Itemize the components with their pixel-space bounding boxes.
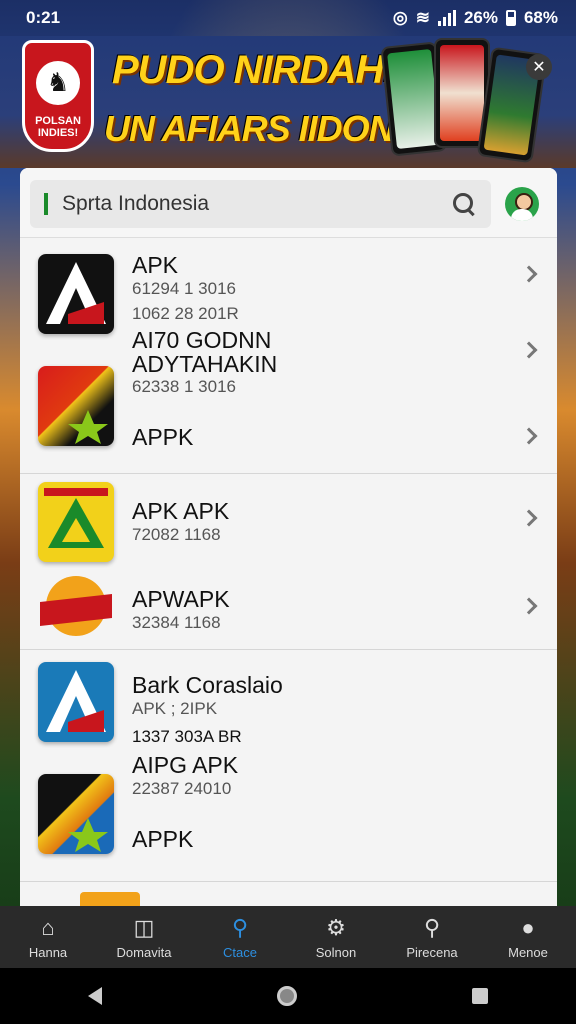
nav-item-map[interactable]: ◫ Domavita [99, 915, 189, 960]
search-icon[interactable] [451, 191, 477, 217]
app-meta: 62338 1 3016 [132, 377, 236, 396]
nav-item-search-alt[interactable]: ⚲ Pirecena [387, 915, 477, 960]
chevron-right-icon[interactable] [520, 341, 538, 359]
app-meta: 22387 24010 [132, 779, 232, 798]
search-alt-icon: ⚲ [423, 914, 441, 940]
chevron-right-icon[interactable] [520, 427, 538, 445]
settings-icon: ⚙ [326, 914, 346, 940]
search-field[interactable] [30, 179, 491, 228]
chevron-right-icon[interactable] [520, 597, 538, 615]
app-name[interactable]: APPK [132, 424, 193, 450]
chevron-right-icon[interactable] [520, 509, 538, 527]
nav-label: Pirecena [406, 944, 458, 960]
map-icon: ◫ [133, 914, 155, 940]
signal-icon [437, 10, 456, 26]
app-name[interactable]: APPK [132, 826, 193, 852]
nav-item-profile[interactable]: ● Menoe [483, 915, 573, 960]
battery-icon [505, 10, 516, 26]
app-icon[interactable] [38, 482, 114, 562]
nav-label: Domavita [116, 944, 172, 960]
app-icon[interactable] [38, 254, 114, 334]
emblem-icon: ♞ [36, 60, 80, 105]
battery-percent-b: 68% [523, 8, 558, 27]
nav-item-search[interactable]: ⚲ Ctace [195, 915, 285, 960]
app-icon[interactable] [38, 774, 114, 854]
app-name[interactable]: APK [132, 252, 239, 278]
app-name[interactable]: ADYTAHAKIN [132, 352, 277, 376]
system-navigation [0, 968, 576, 1024]
list-group: APK 61294 1 3016 1062 28 201R AI70 GODNN… [20, 238, 557, 474]
list-group: APK APK 72082 1168 APWAPK 32384 1168 [20, 474, 557, 650]
user-icon: ● [521, 914, 535, 940]
wifi-icon: ≋ [415, 8, 430, 27]
nav-item-settings[interactable]: ⚙ Solnon [291, 915, 381, 960]
search-header [20, 168, 557, 238]
chevron-right-icon[interactable] [520, 265, 538, 283]
status-bar: 0:21 ◎ ≋ 26% 68% [0, 0, 576, 36]
search-icon: ⚲ [231, 914, 249, 940]
app-name[interactable]: Bark Coraslaio [132, 672, 283, 698]
battery-percent-a: 26% [463, 8, 498, 27]
app-meta: APK ; 2IPK [132, 699, 218, 718]
app-meta: 61294 1 3016 [132, 279, 236, 298]
app-icon[interactable] [38, 366, 114, 446]
logo-text: POLSAN INDIES! [35, 114, 81, 139]
list-group: Bark Coraslaio APK ; 2IPK 1337 303A BR A… [20, 650, 557, 882]
app-list-card: APK 61294 1 3016 1062 28 201R AI70 GODNN… [20, 168, 557, 908]
nav-item-home[interactable]: ⌂ Hanna [3, 915, 93, 960]
home-button-icon[interactable] [276, 986, 297, 1006]
app-meta: 72082 1168 [132, 525, 221, 544]
list-item-partial [20, 882, 557, 908]
home-icon: ⌂ [41, 914, 55, 940]
status-time: 0:21 [26, 8, 61, 27]
avatar[interactable] [505, 186, 539, 221]
app-name[interactable]: APK APK [132, 498, 229, 524]
cursor-bar [44, 192, 48, 215]
app-icon[interactable] [38, 662, 114, 742]
nav-label: Ctace [223, 944, 257, 960]
banner-logo: ♞ POLSAN INDIES! [22, 40, 94, 152]
promo-banner[interactable]: ♞ POLSAN INDIES! PUDO NIRDAHN UN AFIARS … [0, 36, 576, 168]
app-name[interactable]: APWAPK [132, 586, 230, 612]
search-input[interactable] [62, 191, 451, 216]
mute-icon: ◎ [392, 8, 408, 27]
app-name[interactable]: AIPG APK [132, 752, 238, 778]
back-icon[interactable] [87, 987, 102, 1005]
app-meta: 32384 1168 [132, 613, 221, 632]
nav-label: Solnon [315, 944, 357, 960]
app-icon[interactable] [38, 570, 114, 650]
nav-label: Hanna [28, 944, 68, 960]
app-meta: 1337 303A BR [132, 727, 242, 746]
bottom-navigation: ⌂ Hanna ◫ Domavita ⚲ Ctace ⚙ Solnon ⚲ Pi… [0, 906, 576, 968]
app-name[interactable]: AI70 GODNN [132, 328, 277, 352]
recents-icon[interactable] [472, 988, 489, 1004]
banner-title: PUDO NIRDAHN [112, 48, 412, 92]
close-icon[interactable]: ✕ [526, 54, 552, 80]
nav-label: Menoe [508, 944, 548, 960]
app-meta: 1062 28 201R [132, 304, 239, 323]
